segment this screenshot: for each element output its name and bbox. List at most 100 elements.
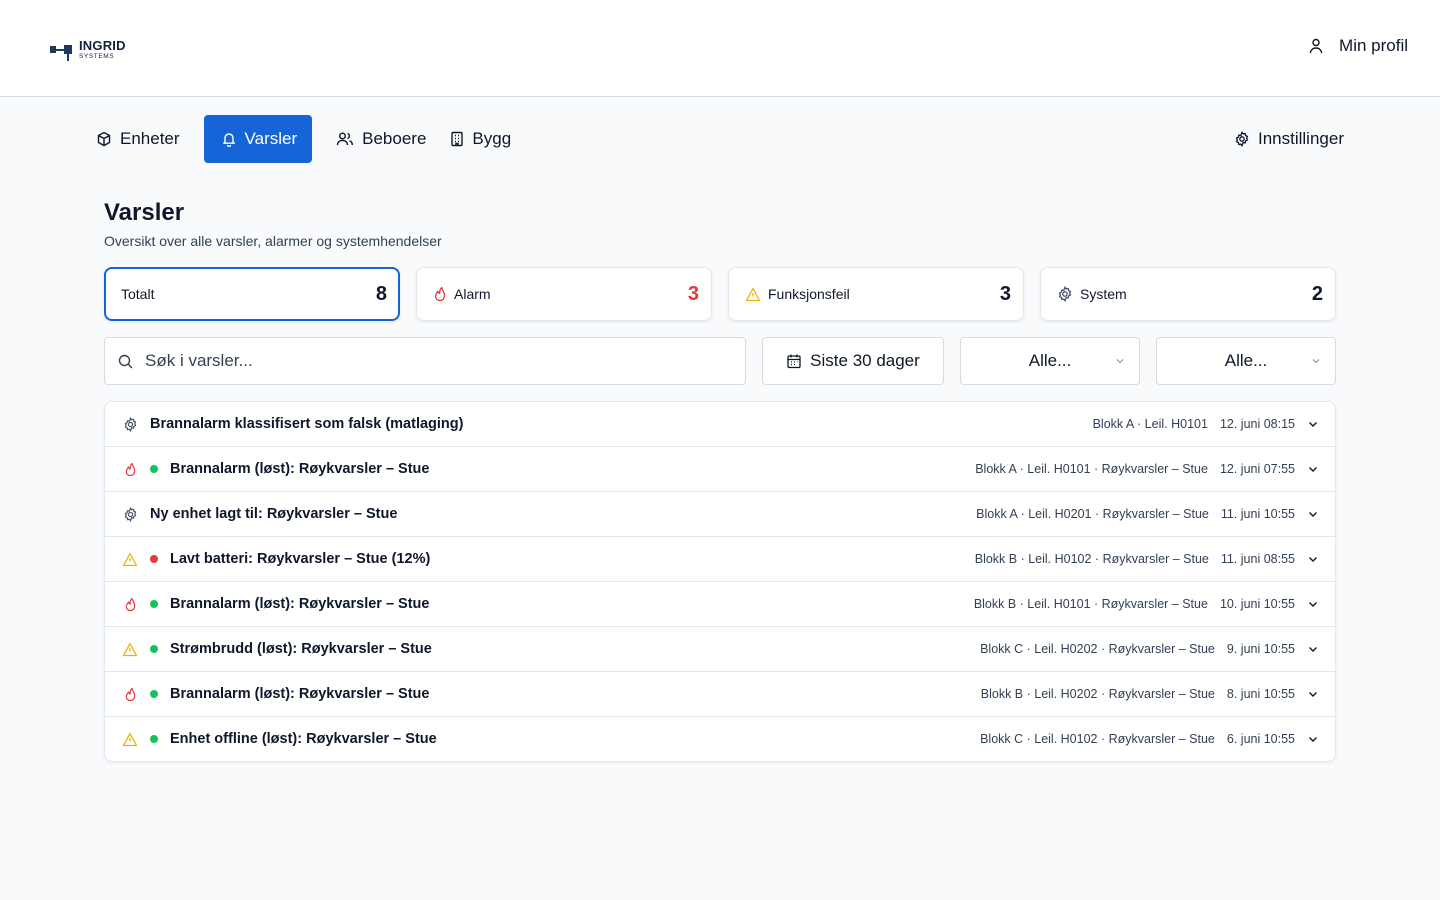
nav-item-label: Enheter <box>120 129 180 148</box>
flame-icon <box>434 286 446 302</box>
status-dot <box>150 735 158 743</box>
nav-item-varsler[interactable]: Varsler <box>203 115 313 163</box>
calendar-icon <box>787 354 801 369</box>
nav-item-label: Beboere <box>362 129 427 148</box>
chevron-down-icon[interactable] <box>1307 733 1319 745</box>
nav-item-enheter[interactable]: Enheter <box>84 115 192 163</box>
settings-label: Innstillinger <box>1258 129 1344 148</box>
nav-item-beboere[interactable]: Beboere <box>324 115 438 163</box>
logo-mark-icon <box>50 39 72 61</box>
stat-count: 8 <box>375 282 387 305</box>
alert-title: Lavt batteri: Røykvarsler – Stue (12%) <box>170 551 431 567</box>
stats-row: Totalt 8 Alarm 3 Funksjonsfeil 3 System … <box>104 267 1336 321</box>
alert-row[interactable]: Brannalarm (løst): Røykvarsler – Stue Blo… <box>105 447 1335 492</box>
type-select[interactable]: Alle... <box>960 337 1140 385</box>
alert-location: Blokk A · Leil. H0201 · Røykvarsler – St… <box>976 507 1209 521</box>
chevron-down-icon[interactable] <box>1307 553 1319 565</box>
flame-icon <box>125 687 135 701</box>
alert-row[interactable]: Enhet offline (løst): Røykvarsler – Stue… <box>105 717 1335 761</box>
date-range-button[interactable]: Siste 30 dager <box>762 337 944 385</box>
warning-icon <box>122 642 138 656</box>
alert-type-icon <box>122 731 138 747</box>
status-dot <box>150 645 158 653</box>
nav-item-bygg[interactable]: Bygg <box>438 115 523 163</box>
stat-label: Funksjonsfeil <box>768 286 850 302</box>
main-nav: Enheter Varsler Beboere Bygg <box>84 115 523 163</box>
chevron-down-icon <box>1116 359 1124 364</box>
gear-icon <box>124 506 136 522</box>
stat-card-system[interactable]: System 2 <box>1040 267 1336 321</box>
stat-count: 3 <box>999 282 1011 305</box>
alert-time: 10. juni 10:55 <box>1219 597 1295 611</box>
chevron-down-icon[interactable] <box>1307 688 1319 700</box>
ingrid-logo[interactable]: INGRID SYSTEMS <box>50 39 126 61</box>
box-icon <box>97 131 111 147</box>
alert-title: Enhet offline (løst): Røykvarsler – Stue <box>170 731 437 747</box>
logo-subtitle: SYSTEMS <box>79 53 115 61</box>
gear-icon <box>1058 286 1072 302</box>
alert-title: Brannalarm (løst): Røykvarsler – Stue <box>170 461 430 477</box>
gear-icon <box>124 416 136 432</box>
alert-time: 6. juni 10:55 <box>1226 732 1295 746</box>
warning-icon <box>745 287 761 301</box>
alert-type-icon <box>122 641 138 657</box>
date-range-label: Siste 30 dager <box>810 351 920 370</box>
top-bar: INGRID SYSTEMS Min profil <box>0 0 1440 97</box>
stat-label: System <box>1080 286 1127 302</box>
alert-row[interactable]: Brannalarm (løst): Røykvarsler – Stue Blo… <box>105 582 1335 627</box>
alert-list: Brannalarm klassifisert som falsk (matla… <box>104 401 1336 762</box>
nav-item-label: Varsler <box>244 129 298 148</box>
alert-row[interactable]: Brannalarm klassifisert som falsk (matla… <box>105 402 1335 447</box>
chevron-down-icon[interactable] <box>1307 643 1319 655</box>
stat-count: 2 <box>1311 282 1323 305</box>
alert-time: 8. juni 10:55 <box>1226 687 1295 701</box>
chevron-down-icon[interactable] <box>1307 598 1319 610</box>
alert-location: Blokk C · Leil. H0102 · Røykvarsler – St… <box>980 732 1215 746</box>
nav-item-label: Bygg <box>472 129 512 148</box>
type-select-value: Alle... <box>1028 351 1072 370</box>
building-icon <box>451 131 464 147</box>
alert-row[interactable]: Brannalarm (løst): Røykvarsler – Stue Blo… <box>105 672 1335 717</box>
bell-icon <box>222 133 235 147</box>
profile-button[interactable]: Min profil <box>1309 36 1408 56</box>
profile-label: Min profil <box>1339 36 1408 55</box>
chevron-down-icon[interactable] <box>1307 508 1319 520</box>
alert-type-icon <box>122 551 138 567</box>
status-dot <box>150 465 158 473</box>
users-icon <box>336 132 354 146</box>
filter-bar: Siste 30 dager Alle... Alle... <box>104 337 1336 385</box>
alert-location: Blokk A · Leil. H0101 · Røykvarsler – St… <box>975 462 1208 476</box>
search-input[interactable] <box>145 351 705 371</box>
stat-count: 3 <box>687 282 699 305</box>
stat-label: Totalt <box>121 286 155 302</box>
alert-time: 9. juni 10:55 <box>1226 642 1295 656</box>
gear-icon <box>1235 131 1249 147</box>
alert-location: Blokk A · Leil. H0101 <box>1092 417 1208 431</box>
stat-card-totalt[interactable]: Totalt 8 <box>104 267 400 321</box>
warning-icon <box>122 552 138 566</box>
chevron-down-icon <box>1312 359 1320 364</box>
search-box <box>104 337 746 385</box>
alert-title: Brannalarm klassifisert som falsk (matla… <box>150 416 464 432</box>
page-subtitle: Oversikt over alle varsler, alarmer og s… <box>104 233 442 249</box>
page-title: Varsler <box>104 199 185 226</box>
stat-card-funksjonsfeil[interactable]: Funksjonsfeil 3 <box>728 267 1024 321</box>
chevron-down-icon[interactable] <box>1307 418 1319 430</box>
settings-button[interactable]: Innstillinger <box>1234 115 1344 163</box>
chevron-down-icon[interactable] <box>1307 463 1319 475</box>
alert-type-icon <box>122 596 138 612</box>
status-select-value: Alle... <box>1224 351 1268 370</box>
alert-time: 12. juni 08:15 <box>1219 417 1295 431</box>
alert-row[interactable]: Lavt batteri: Røykvarsler – Stue (12%) Bl… <box>105 537 1335 582</box>
alert-title: Brannalarm (løst): Røykvarsler – Stue <box>170 596 430 612</box>
alert-type-icon <box>122 416 138 432</box>
alert-location: Blokk B · Leil. H0202 · Røykvarsler – St… <box>980 687 1215 701</box>
alert-time: 12. juni 07:55 <box>1219 462 1295 476</box>
alert-row[interactable]: Strømbrudd (løst): Røykvarsler – Stue Blo… <box>105 627 1335 672</box>
alert-time: 11. juni 08:55 <box>1220 552 1295 566</box>
stat-card-alarm[interactable]: Alarm 3 <box>416 267 712 321</box>
alert-location: Blokk B · Leil. H0102 · Røykvarsler – St… <box>974 552 1209 566</box>
alert-row[interactable]: Ny enhet lagt til: Røykvarsler – Stue Blo… <box>105 492 1335 537</box>
alert-time: 11. juni 10:55 <box>1220 507 1295 521</box>
status-select[interactable]: Alle... <box>1156 337 1336 385</box>
